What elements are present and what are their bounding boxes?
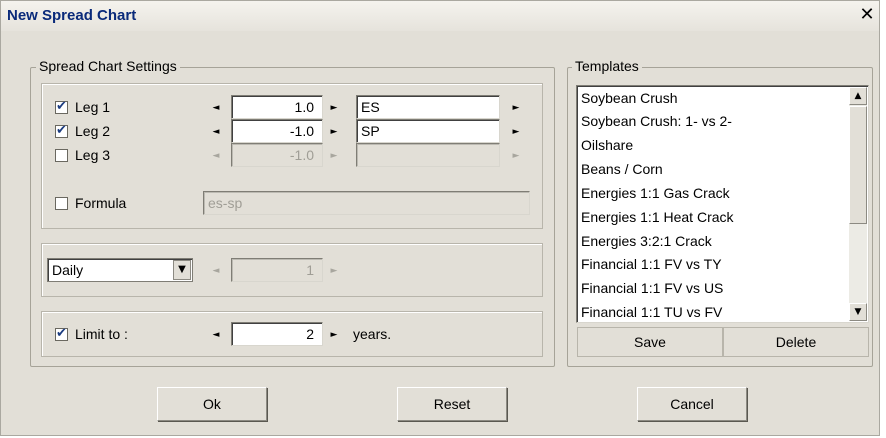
delete-template-button[interactable]: Delete (723, 327, 869, 357)
list-item[interactable]: Beans / Corn (581, 157, 663, 181)
leg3-checkbox[interactable] (55, 149, 68, 162)
limit-checkbox[interactable]: ✔ (55, 326, 68, 341)
list-item[interactable]: Financial 1:1 FV vs TY (581, 252, 722, 276)
leg1-checkbox[interactable]: ✔ (55, 99, 68, 114)
interval-input[interactable]: 1 (231, 258, 323, 282)
templates-scrollbar[interactable]: ▲ ▼ (849, 87, 867, 321)
templates-list[interactable]: Soybean Crush Soybean Crush: 1- vs 2- Oi… (576, 85, 869, 323)
check-icon: ✔ (56, 99, 67, 114)
list-item[interactable]: Financial 1:1 FV vs US (581, 276, 723, 300)
leg2-increment-icon[interactable]: ► (328, 123, 340, 141)
spread-settings-label: Spread Chart Settings (36, 58, 180, 74)
leg2-label: Leg 2 (75, 123, 111, 139)
close-icon[interactable]: ✕ (857, 5, 877, 25)
scroll-down-icon[interactable]: ▼ (849, 303, 867, 321)
ok-button[interactable]: Ok (157, 387, 267, 421)
limit-input[interactable]: 2 (231, 322, 323, 346)
list-item[interactable]: Soybean Crush: 1- vs 2- (581, 109, 732, 133)
leg2-checkbox[interactable]: ✔ (55, 123, 68, 138)
interval-decrement-icon[interactable]: ◄ (210, 262, 222, 280)
leg3-symbol-next-icon[interactable]: ► (510, 147, 522, 165)
window-title: New Spread Chart (7, 7, 137, 24)
limit-decrement-icon[interactable]: ◄ (210, 326, 222, 344)
limit-increment-icon[interactable]: ► (328, 326, 340, 344)
leg1-symbol-next-icon[interactable]: ► (510, 99, 522, 117)
leg1-decrement-icon[interactable]: ◄ (210, 99, 222, 117)
leg2-weight-input[interactable]: -1.0 (231, 119, 323, 143)
formula-checkbox[interactable] (55, 197, 68, 210)
leg3-symbol-input[interactable] (356, 143, 500, 167)
cancel-button[interactable]: Cancel (637, 387, 747, 421)
list-item[interactable]: Oilshare (581, 133, 633, 157)
leg1-increment-icon[interactable]: ► (328, 99, 340, 117)
leg3-decrement-icon[interactable]: ◄ (210, 147, 222, 165)
reset-button[interactable]: Reset (397, 387, 507, 421)
leg1-label: Leg 1 (75, 99, 111, 115)
period-select[interactable]: Daily ▼ (47, 258, 193, 282)
save-template-button[interactable]: Save (577, 327, 723, 357)
check-icon: ✔ (56, 326, 67, 341)
leg3-weight-input[interactable]: -1.0 (231, 143, 323, 167)
dialog-window: New Spread Chart ✕ Spread Chart Settings… (0, 0, 880, 436)
list-item[interactable]: Financial 1:1 TU vs FV (581, 300, 722, 322)
leg3-label: Leg 3 (75, 147, 111, 163)
formula-label: Formula (75, 195, 127, 211)
list-item[interactable]: Energies 1:1 Heat Crack (581, 205, 734, 229)
leg2-symbol-next-icon[interactable]: ► (510, 123, 522, 141)
period-select-value: Daily (52, 262, 84, 278)
leg1-symbol-input[interactable]: ES (356, 95, 500, 119)
leg3-increment-icon[interactable]: ► (328, 147, 340, 165)
leg2-symbol-input[interactable]: SP (356, 119, 500, 143)
check-icon: ✔ (56, 123, 67, 138)
list-item[interactable]: Energies 1:1 Gas Crack (581, 181, 730, 205)
leg1-weight-input[interactable]: 1.0 (231, 95, 323, 119)
templates-label: Templates (572, 58, 642, 74)
limit-unit-label: years. (353, 326, 392, 342)
list-item[interactable]: Energies 3:2:1 Crack (581, 229, 712, 253)
interval-increment-icon[interactable]: ► (328, 262, 340, 280)
leg2-decrement-icon[interactable]: ◄ (210, 123, 222, 141)
scroll-thumb[interactable] (849, 106, 867, 224)
list-item[interactable]: Soybean Crush (581, 86, 678, 110)
formula-input[interactable]: es-sp (203, 191, 530, 215)
title-bar[interactable]: New Spread Chart ✕ (1, 1, 879, 31)
limit-label: Limit to : (75, 326, 128, 342)
scroll-up-icon[interactable]: ▲ (849, 87, 867, 105)
chevron-down-icon[interactable]: ▼ (173, 260, 191, 280)
